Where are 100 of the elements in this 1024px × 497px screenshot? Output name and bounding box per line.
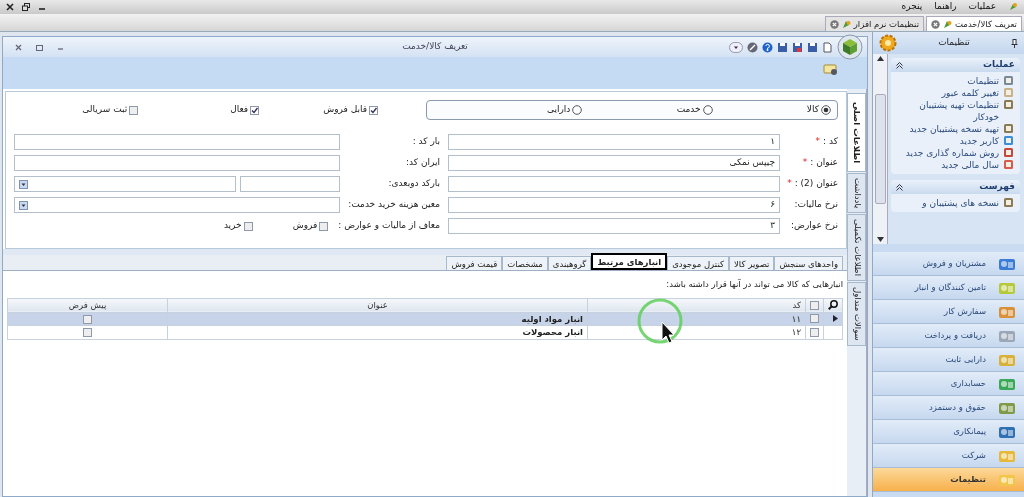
field-label: کد : xyxy=(823,135,838,149)
radio-button[interactable] xyxy=(702,105,713,115)
side-tab[interactable]: اطلاعات اصلی xyxy=(847,93,866,173)
side-tab[interactable]: یادداشت xyxy=(847,173,866,214)
checkbox-label: فعال xyxy=(230,103,249,117)
module-button[interactable]: تامین کنندگان و انبار xyxy=(873,276,1024,300)
link[interactable]: تهیه نسخه پشتیبان جدید xyxy=(909,123,999,135)
gear-icon xyxy=(879,34,897,52)
dropdown-icon[interactable] xyxy=(729,41,743,53)
dropdown-button[interactable] xyxy=(19,179,28,189)
scrollbar[interactable] xyxy=(873,54,888,244)
tab[interactable]: کنترل موجودی xyxy=(667,256,729,270)
save-icon[interactable] xyxy=(792,41,803,53)
dropdown-field[interactable] xyxy=(14,197,340,213)
tab[interactable]: انبارهای مرتبط xyxy=(591,253,668,270)
column-header[interactable]: عنوان xyxy=(167,298,588,312)
menu-item[interactable]: عملیات xyxy=(968,0,996,14)
pointer-highlight-drawing xyxy=(635,296,685,346)
checkbox[interactable] xyxy=(810,300,819,310)
input-field[interactable] xyxy=(14,134,340,150)
side-tab[interactable]: اطلاعات تکمیلی xyxy=(847,214,866,282)
column-header[interactable]: پیش فرض xyxy=(7,298,168,312)
maximize-icon[interactable] xyxy=(36,43,43,51)
link[interactable]: سال مالی جدید xyxy=(941,159,999,171)
input-field[interactable] xyxy=(448,176,780,192)
help-icon[interactable] xyxy=(762,41,773,53)
module-button[interactable]: پیمانکاری xyxy=(873,420,1024,444)
save-icon[interactable] xyxy=(777,41,788,53)
module-button[interactable]: سفارش کار xyxy=(873,300,1024,324)
link[interactable]: تنظیمات تهیه پشتیبان خودکار xyxy=(897,99,999,123)
close-icon[interactable] xyxy=(6,3,14,11)
required-mark: * xyxy=(787,177,792,191)
module-button[interactable]: دارایی ثابت xyxy=(873,348,1024,372)
caption-text: انبارهایی که کالا می تواند در آنها قرار داشته باشد: xyxy=(665,278,844,291)
app-icon xyxy=(1008,2,1018,12)
field-label: نرخ مالیات: xyxy=(794,198,838,212)
field-label: معین هزینه خرید خدمت: xyxy=(348,199,440,210)
menu-item[interactable]: راهنما xyxy=(934,0,957,14)
table-cell: انبار محصولات xyxy=(167,325,588,340)
field-label: بارکد دوبعدی: xyxy=(388,178,440,189)
document-tab[interactable]: تعریف کالا/خدمت xyxy=(926,16,1022,31)
pin-icon[interactable] xyxy=(1011,38,1018,48)
checkbox[interactable] xyxy=(129,105,139,115)
input-field[interactable]: ۱ xyxy=(448,134,780,150)
dropdown-button[interactable] xyxy=(19,200,28,210)
checkbox[interactable] xyxy=(810,314,819,324)
tab[interactable]: مشخصات xyxy=(502,256,548,270)
column-header[interactable]: کد xyxy=(587,298,806,312)
input-field[interactable]: ۳ xyxy=(448,218,780,234)
checkbox[interactable] xyxy=(83,328,92,338)
input-field[interactable] xyxy=(240,176,340,192)
option-label: خدمت xyxy=(676,103,701,117)
input-field[interactable]: چیپس نمکی xyxy=(448,155,780,171)
dropdown-field[interactable] xyxy=(14,176,236,192)
search-icon[interactable] xyxy=(828,300,838,311)
link[interactable]: کاربر جدید xyxy=(959,135,999,147)
input-field[interactable] xyxy=(14,155,340,171)
tab[interactable]: واحدهای سنجش xyxy=(774,256,843,270)
module-button[interactable]: مشتریان و فروش xyxy=(873,252,1024,276)
restore-icon[interactable] xyxy=(22,3,30,11)
checkbox[interactable] xyxy=(319,221,329,231)
module-button[interactable]: تنظیمات xyxy=(873,468,1024,492)
required-mark: * xyxy=(815,135,821,149)
collapse-icon[interactable] xyxy=(896,61,903,69)
link[interactable]: نسخه های پشتیبان و xyxy=(922,197,999,209)
save-icon[interactable] xyxy=(807,41,818,53)
arrow-down-icon[interactable] xyxy=(876,237,884,242)
checkbox[interactable] xyxy=(243,221,253,231)
link[interactable]: روش شماره گذاری جدید xyxy=(905,147,999,159)
module-button[interactable]: حسابداری xyxy=(873,372,1024,396)
radio-button[interactable] xyxy=(572,105,583,115)
field-label: بار کد : xyxy=(412,136,440,147)
tab[interactable]: گروهبندی xyxy=(547,256,592,270)
link[interactable]: تنظیمات xyxy=(967,75,999,87)
field-label: معاف از مالیات و عوارض : xyxy=(338,219,440,233)
new-document-icon[interactable] xyxy=(822,41,833,53)
option-label: کالا xyxy=(806,103,819,117)
input-field[interactable]: ۶ xyxy=(448,197,780,213)
radio-button[interactable] xyxy=(821,105,831,115)
window-title: تعریف کالا/خدمت xyxy=(402,41,468,52)
menu-item[interactable]: پنجره xyxy=(901,0,923,14)
field-label: عنوان : xyxy=(810,156,838,170)
arrow-up-icon[interactable] xyxy=(876,56,884,61)
checkbox[interactable] xyxy=(369,105,378,115)
module-button[interactable]: حقوق و دستمزد xyxy=(873,396,1024,420)
logo-icon xyxy=(837,34,863,60)
tab[interactable]: قیمت فروش xyxy=(446,256,503,270)
module-button[interactable]: شرکت xyxy=(873,444,1024,468)
module-button[interactable]: دریافت و پرداخت xyxy=(873,324,1024,348)
app-icon xyxy=(841,19,851,29)
checkbox[interactable] xyxy=(83,314,92,324)
field-label: عنوان (2) : xyxy=(794,177,838,191)
checkbox[interactable] xyxy=(250,105,260,115)
side-tab[interactable]: سوالات متداول xyxy=(847,282,866,347)
tab[interactable]: تصویر کالا xyxy=(729,256,775,270)
checkbox[interactable] xyxy=(810,328,819,338)
field-label: نرخ عوارض: xyxy=(791,219,838,233)
document-tab[interactable]: تنظیمات نرم افزار xyxy=(824,16,924,31)
link[interactable]: تغییر کلمه عبور xyxy=(941,87,999,99)
collapse-icon[interactable] xyxy=(896,183,903,191)
